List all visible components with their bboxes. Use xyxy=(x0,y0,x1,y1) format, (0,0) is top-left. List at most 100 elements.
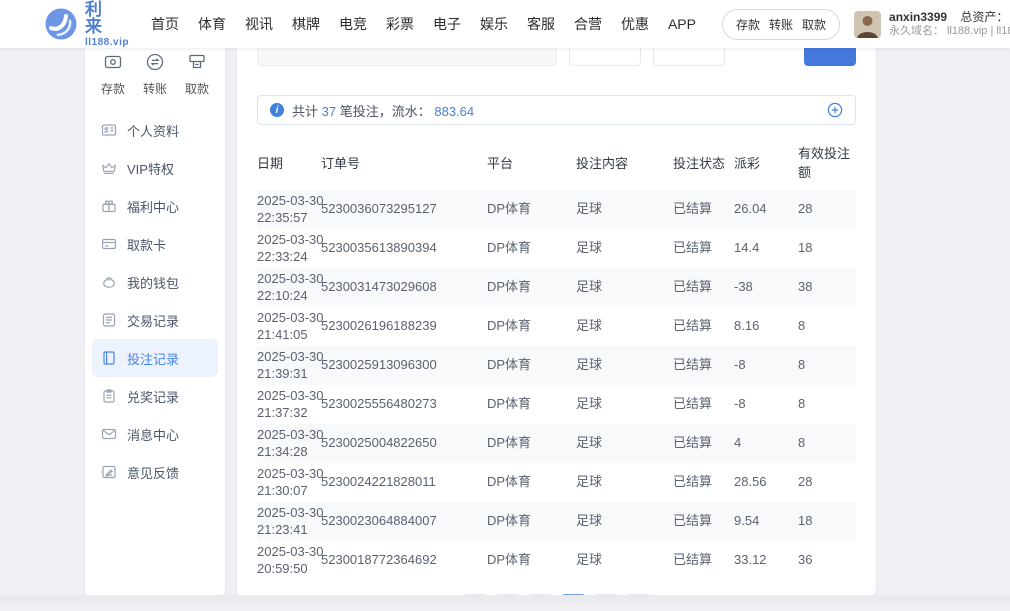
date-range-input[interactable] xyxy=(257,48,557,66)
cell-valid: 18 xyxy=(798,229,856,268)
cell-status: 已结算 xyxy=(673,424,734,463)
envelope-icon xyxy=(101,426,117,442)
wallet-pill-item[interactable]: 存款 xyxy=(736,16,760,33)
cell-content: 足球 xyxy=(576,463,673,502)
nav-item[interactable]: APP xyxy=(668,16,696,32)
user-box[interactable]: anxin3399 总资产： 1363.49元 永久域名： ll188.vip … xyxy=(854,10,1010,39)
nav-item[interactable]: 视讯 xyxy=(245,14,273,34)
quick-transfer[interactable]: 转账 xyxy=(143,52,167,97)
username: anxin3399 xyxy=(889,10,947,24)
logo[interactable]: 利 来 ll188.vip xyxy=(44,1,129,48)
brand-domain: ll188.vip xyxy=(85,38,129,48)
table-row[interactable]: 2025-03-3021:30:07 5230024221828011 DP体育… xyxy=(257,463,856,502)
nav-item[interactable]: 体育 xyxy=(198,14,226,34)
sidebar-item-messages[interactable]: 消息中心 xyxy=(92,415,218,453)
cell-content: 足球 xyxy=(576,229,673,268)
sidebar-item-vip[interactable]: VIP特权 xyxy=(92,149,218,187)
col-status: 投注状态 xyxy=(673,137,734,190)
nav-item[interactable]: 客服 xyxy=(527,14,555,34)
cell-date: 2025-03-3021:39:31 xyxy=(257,346,321,385)
cell-platform: DP体育 xyxy=(487,268,576,307)
feedback-pen-icon xyxy=(101,464,117,480)
content-area: 存款 转账 取款 xyxy=(0,48,1010,603)
cell-content: 足球 xyxy=(576,268,673,307)
user-line-1: anxin3399 总资产： 1363.49元 xyxy=(889,10,1010,25)
cell-order: 5230025913096300 xyxy=(321,346,487,385)
sidebar-quick-actions: 存款 转账 取款 xyxy=(85,52,225,97)
table-row[interactable]: 2025-03-3021:23:41 5230023064884007 DP体育… xyxy=(257,502,856,541)
sidebar-item-welfare[interactable]: 福利中心 xyxy=(92,187,218,225)
nav-item[interactable]: 首页 xyxy=(151,14,179,34)
sidebar-item-feedback[interactable]: 意见反馈 xyxy=(92,453,218,491)
cell-payout: -38 xyxy=(734,268,798,307)
table-row[interactable]: 2025-03-3022:35:57 5230036073295127 DP体育… xyxy=(257,190,856,229)
col-platform: 平台 xyxy=(487,137,576,190)
expand-plus-icon[interactable] xyxy=(827,102,843,118)
clipboard-icon xyxy=(101,388,117,404)
nav-item[interactable]: 电子 xyxy=(433,14,461,34)
sidebar-item-profile[interactable]: 个人资料 xyxy=(92,111,218,149)
id-card-icon xyxy=(101,122,117,138)
info-icon: i xyxy=(270,103,284,117)
notebook-icon xyxy=(101,350,117,366)
table-row[interactable]: 2025-03-3021:34:28 5230025004822650 DP体育… xyxy=(257,424,856,463)
quick-withdraw[interactable]: 取款 xyxy=(185,52,209,97)
nav-item[interactable]: 彩票 xyxy=(386,14,414,34)
table-row[interactable]: 2025-03-3022:10:24 5230031473029608 DP体育… xyxy=(257,268,856,307)
bet-records-table: 日期 订单号 平台 投注内容 投注状态 派彩 有效投注额 2025-03-302… xyxy=(257,137,856,580)
cell-date: 2025-03-3022:35:57 xyxy=(257,190,321,229)
cell-status: 已结算 xyxy=(673,463,734,502)
table-row[interactable]: 2025-03-3022:33:24 5230035613890394 DP体育… xyxy=(257,229,856,268)
cell-valid: 28 xyxy=(798,190,856,229)
domain-value: ll188.vip | ll188.... xyxy=(947,25,1010,39)
avatar[interactable] xyxy=(854,11,881,38)
cell-platform: DP体育 xyxy=(487,346,576,385)
sidebar-item-transactions[interactable]: 交易记录 xyxy=(92,301,218,339)
cell-date: 2025-03-3022:33:24 xyxy=(257,229,321,268)
cell-date: 2025-03-3020:59:50 xyxy=(257,541,321,580)
cell-content: 足球 xyxy=(576,424,673,463)
cell-order: 5230025556480273 xyxy=(321,385,487,424)
nav-item[interactable]: 优惠 xyxy=(621,14,649,34)
cell-valid: 28 xyxy=(798,463,856,502)
sidebar-item-prize-records[interactable]: 兑奖记录 xyxy=(92,377,218,415)
cell-content: 足球 xyxy=(576,346,673,385)
cell-payout: 26.04 xyxy=(734,190,798,229)
sidebar-item-wallet[interactable]: 我的钱包 xyxy=(92,263,218,301)
cell-status: 已结算 xyxy=(673,502,734,541)
nav-item[interactable]: 电竞 xyxy=(339,14,367,34)
main-nav: 首页体育视讯棋牌电竞彩票电子娱乐客服合营优惠 APP xyxy=(151,14,696,34)
sidebar-item-bet-records[interactable]: 投注记录 xyxy=(92,339,218,377)
cell-payout: 33.12 xyxy=(734,541,798,580)
brand-name: 利 来 xyxy=(85,1,129,35)
cell-date: 2025-03-3021:23:41 xyxy=(257,502,321,541)
nav-item[interactable]: 娱乐 xyxy=(480,14,508,34)
transfer-icon xyxy=(145,52,165,75)
cell-content: 足球 xyxy=(576,190,673,229)
table-row[interactable]: 2025-03-3020:59:50 5230018772364692 DP体育… xyxy=(257,541,856,580)
sidebar-item-withdraw-card[interactable]: 取款卡 xyxy=(92,225,218,263)
nav-item[interactable]: 棋牌 xyxy=(292,14,320,34)
cell-platform: DP体育 xyxy=(487,502,576,541)
cell-status: 已结算 xyxy=(673,229,734,268)
query-button[interactable] xyxy=(804,48,856,66)
bet-count: 37 xyxy=(322,104,336,119)
filter-select-2[interactable] xyxy=(653,48,725,66)
cell-status: 已结算 xyxy=(673,541,734,580)
cell-status: 已结算 xyxy=(673,346,734,385)
wallet-pill-item[interactable]: 取款 xyxy=(802,16,826,33)
cell-content: 足球 xyxy=(576,541,673,580)
cell-valid: 8 xyxy=(798,307,856,346)
sidebar: 存款 转账 取款 xyxy=(85,48,225,597)
table-row[interactable]: 2025-03-3021:41:05 5230026196188239 DP体育… xyxy=(257,307,856,346)
cell-status: 已结算 xyxy=(673,307,734,346)
filter-select-1[interactable] xyxy=(569,48,641,66)
wallet-pill-item[interactable]: 转账 xyxy=(769,16,793,33)
table-row[interactable]: 2025-03-3021:37:32 5230025556480273 DP体育… xyxy=(257,385,856,424)
cell-payout: -8 xyxy=(734,346,798,385)
cell-payout: 14.4 xyxy=(734,229,798,268)
quick-deposit[interactable]: 存款 xyxy=(101,52,125,97)
table-row[interactable]: 2025-03-3021:39:31 5230025913096300 DP体育… xyxy=(257,346,856,385)
nav-item[interactable]: 合营 xyxy=(574,14,602,34)
cell-platform: DP体育 xyxy=(487,229,576,268)
